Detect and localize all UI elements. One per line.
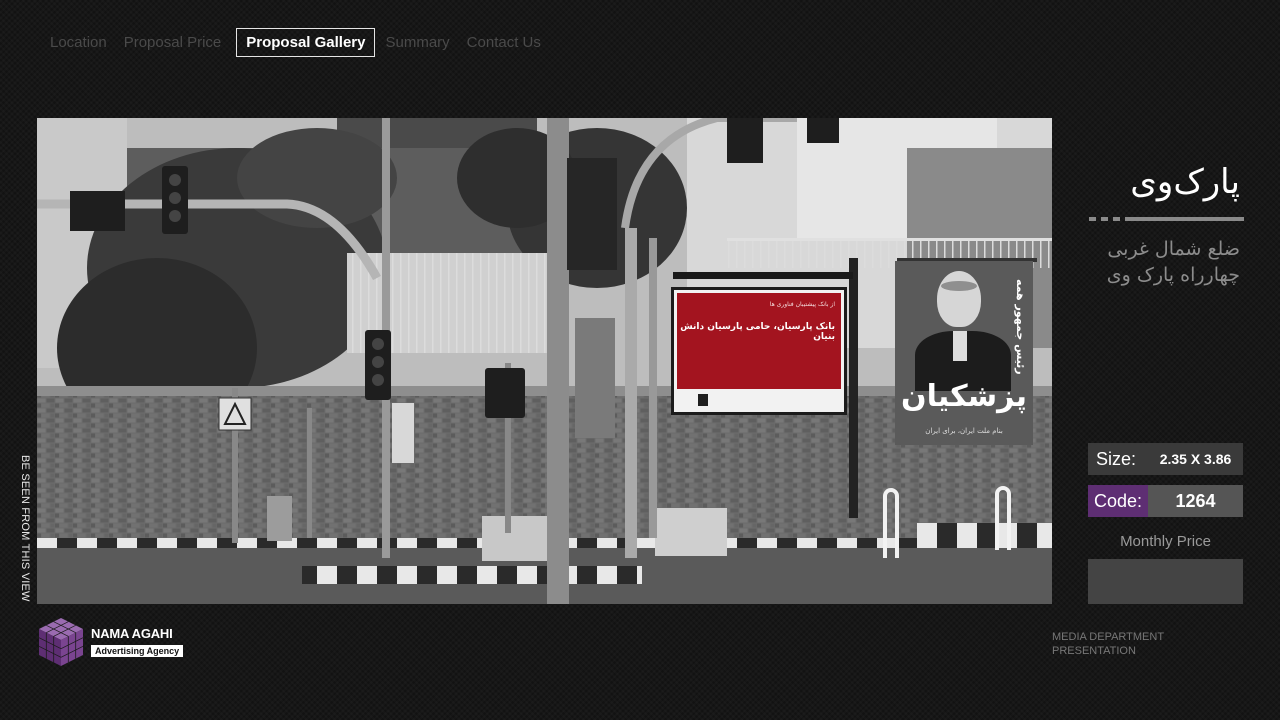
nav-contact-us[interactable]: Contact Us bbox=[461, 28, 552, 57]
monthly-price-label: Monthly Price bbox=[1120, 533, 1211, 550]
billboard-small-line: از بانک پیشتیبان فناوری ها bbox=[769, 301, 835, 308]
footer-line1: MEDIA DEPARTMENT bbox=[1052, 631, 1165, 643]
billboard-ad: از بانک پیشتیبان فناوری ها بانک پارسیان،… bbox=[674, 290, 844, 412]
nav-location[interactable]: Location bbox=[44, 28, 118, 57]
nav-proposal-gallery[interactable]: Proposal Gallery bbox=[236, 27, 376, 57]
poster-bottom-text: بنام ملت ایران، برای ایران bbox=[925, 427, 1003, 435]
poster-portrait bbox=[915, 267, 1011, 391]
agency-logo[interactable]: NAMA AGAHI Advertising Agency bbox=[37, 616, 184, 668]
poster-top-text: رئیس جمهور همه bbox=[1014, 279, 1027, 375]
location-subtitle: ضلع شمال غربی چهارراه پارک وی bbox=[1060, 236, 1240, 288]
code-info: Code: 1264 bbox=[1088, 485, 1243, 517]
footer-note: MEDIA DEPARTMENT PRESENTATION bbox=[1052, 630, 1164, 658]
footer-line2: PRESENTATION bbox=[1052, 645, 1136, 657]
campaign-poster: رئیس جمهور همه پزشکیان بنام ملت ایران، ب… bbox=[895, 261, 1033, 445]
size-info: Size: 2.35 X 3.86 bbox=[1088, 443, 1243, 475]
bank-logo-icon bbox=[698, 394, 708, 406]
poster-name: پزشکیان bbox=[901, 379, 1027, 414]
code-value: 1264 bbox=[1148, 485, 1243, 517]
logo-name: NAMA AGAHI bbox=[91, 625, 173, 641]
logo-tagline: Advertising Agency bbox=[91, 644, 184, 657]
nav-summary[interactable]: Summary bbox=[379, 28, 460, 57]
size-value: 2.35 X 3.86 bbox=[1159, 451, 1232, 467]
photo-caption: BE SEEN FROM THIS VIEW bbox=[19, 455, 31, 602]
billboard-main-line: بانک پارسیان، حامی پارسیان دانش بنیان bbox=[680, 322, 835, 342]
location-photo: از بانک پیشتیبان فناوری ها بانک پارسیان،… bbox=[37, 118, 1052, 604]
code-label: Code: bbox=[1088, 485, 1148, 517]
cube-logo-icon bbox=[38, 618, 84, 666]
location-title: پارک‌وی bbox=[1130, 162, 1240, 202]
nav-proposal-price[interactable]: Proposal Price bbox=[118, 28, 233, 57]
location-subtitle-line1: ضلع شمال غربی bbox=[1107, 238, 1240, 260]
top-nav: Location Proposal Price Proposal Gallery… bbox=[44, 27, 552, 57]
location-subtitle-line2: چهارراه پارک وی bbox=[1106, 264, 1240, 286]
size-label: Size: bbox=[1096, 448, 1137, 469]
monthly-price-value bbox=[1088, 559, 1243, 604]
title-divider bbox=[1089, 217, 1244, 221]
